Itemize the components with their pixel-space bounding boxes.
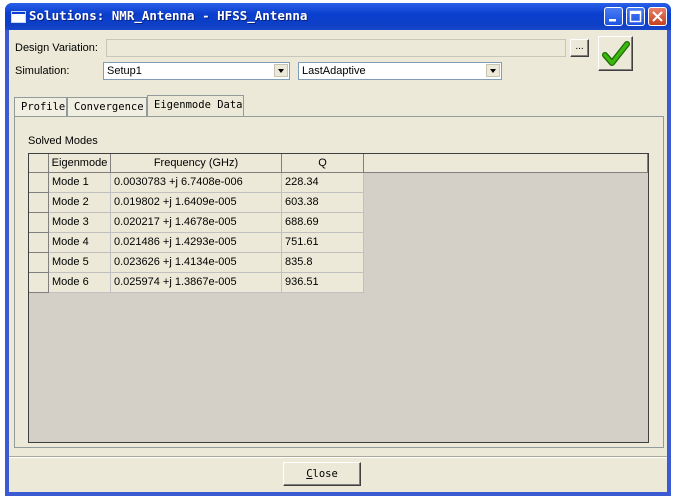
table-cell-mode[interactable]: Mode 4 [49, 233, 111, 253]
window-title: Solutions: NMR_Antenna - HFSS_Antenna [29, 8, 308, 23]
table-cell-frequency[interactable]: 0.021486 +j 1.4293e-005 [111, 233, 282, 253]
minimize-button[interactable] [604, 7, 623, 26]
title-bar[interactable]: Solutions: NMR_Antenna - HFSS_Antenna [5, 3, 671, 30]
close-icon [652, 11, 663, 22]
table-cell-mode[interactable]: Mode 1 [49, 173, 111, 193]
row-header[interactable] [29, 193, 49, 213]
ok-check-button[interactable] [598, 36, 633, 71]
checkmark-icon [602, 41, 630, 66]
setup-select[interactable]: Setup1 [103, 62, 290, 80]
table-cell-q[interactable]: 751.61 [282, 233, 364, 253]
maximize-icon [629, 10, 642, 23]
row-header[interactable] [29, 273, 49, 293]
table-cell-q[interactable]: 688.69 [282, 213, 364, 233]
table-cell-q[interactable]: 228.34 [282, 173, 364, 193]
close-window-button[interactable] [648, 7, 667, 26]
corner-header[interactable] [29, 154, 49, 173]
simulation-label: Simulation: [15, 65, 70, 77]
table-cell-mode[interactable]: Mode 6 [49, 273, 111, 293]
solved-modes-table[interactable]: Eigenmode Frequency (GHz) Q Mode 1 0.003… [28, 153, 649, 443]
table-cell-q[interactable]: 835.8 [282, 253, 364, 273]
window-icon [11, 11, 26, 23]
table-cell-mode[interactable]: Mode 2 [49, 193, 111, 213]
table-cell-frequency[interactable]: 0.019802 +j 1.6409e-005 [111, 193, 282, 213]
table-cell-mode[interactable]: Mode 3 [49, 213, 111, 233]
chevron-down-icon[interactable] [274, 64, 288, 77]
maximize-button[interactable] [626, 7, 645, 26]
tab-profile[interactable]: Profile [14, 97, 67, 116]
column-header-empty [364, 154, 648, 173]
table-cell-frequency[interactable]: 0.023626 +j 1.4134e-005 [111, 253, 282, 273]
design-variation-field[interactable] [106, 39, 566, 57]
row-header[interactable] [29, 233, 49, 253]
pass-select[interactable]: LastAdaptive [298, 62, 502, 80]
row-header[interactable] [29, 213, 49, 233]
design-variation-label: Design Variation: [15, 42, 98, 54]
row-header[interactable] [29, 173, 49, 193]
minimize-icon [609, 19, 616, 22]
chevron-down-icon[interactable] [486, 64, 500, 77]
table-cell-mode[interactable]: Mode 5 [49, 253, 111, 273]
column-header-q[interactable]: Q [282, 154, 364, 173]
table-cell-frequency[interactable]: 0.025974 +j 1.3867e-005 [111, 273, 282, 293]
table-cell-q[interactable]: 936.51 [282, 273, 364, 293]
table-cell-q[interactable]: 603.38 [282, 193, 364, 213]
row-header[interactable] [29, 253, 49, 273]
column-header-eigenmode[interactable]: Eigenmode [49, 154, 111, 173]
table-cell-frequency[interactable]: 0.0030783 +j 6.7408e-006 [111, 173, 282, 193]
column-header-frequency[interactable]: Frequency (GHz) [111, 154, 282, 173]
table-cell-frequency[interactable]: 0.020217 +j 1.4678e-005 [111, 213, 282, 233]
design-variation-browse-button[interactable]: ... [570, 39, 589, 57]
solved-modes-title: Solved Modes [28, 135, 98, 147]
tab-convergence[interactable]: Convergence [67, 97, 147, 116]
close-button-label-rest: lose [312, 468, 338, 480]
close-button[interactable]: Close [283, 462, 361, 486]
footer-divider [9, 456, 667, 458]
tab-eigenmode-data[interactable]: Eigenmode Data [147, 95, 244, 116]
